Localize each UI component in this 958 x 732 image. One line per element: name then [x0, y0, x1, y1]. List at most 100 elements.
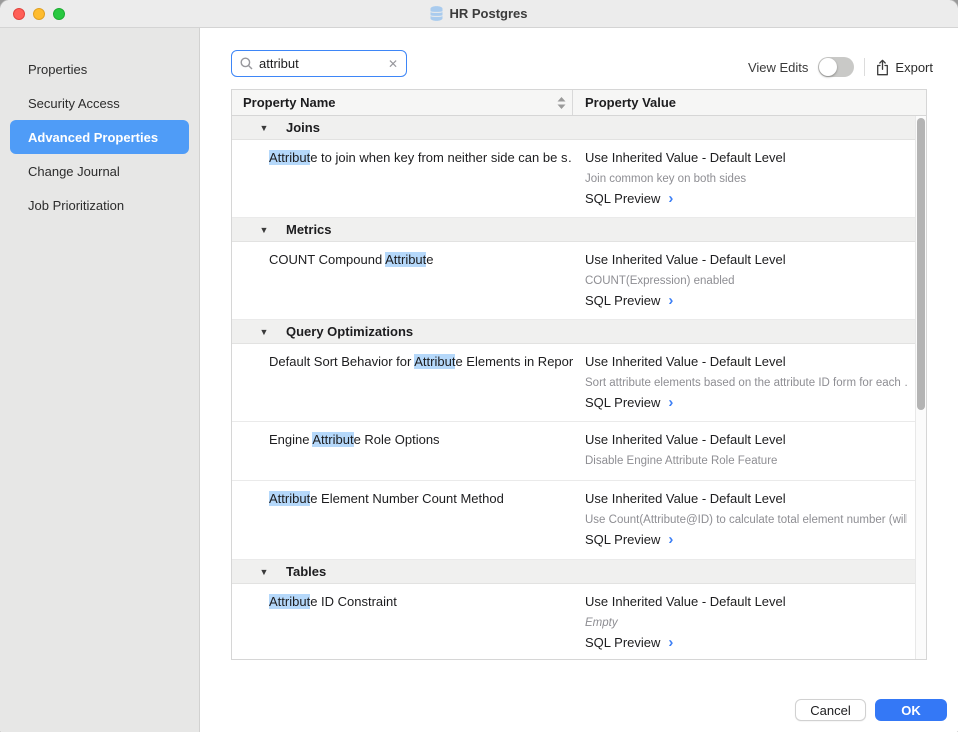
sidebar-item-label: Job Prioritization [28, 198, 124, 213]
close-button[interactable] [13, 8, 25, 20]
search-field[interactable]: ✕ [231, 50, 407, 77]
sidebar-item-properties[interactable]: Properties [10, 52, 189, 86]
properties-table: Property Name Property Value ▼ [231, 89, 927, 660]
table-row[interactable]: COUNT Compound Attribute Use Inherited V… [232, 242, 915, 320]
main-content: ✕ View Edits Export [200, 28, 958, 732]
traffic-lights [13, 8, 65, 20]
cancel-button[interactable]: Cancel [795, 699, 866, 721]
scrollbar-track[interactable] [915, 116, 926, 659]
window-title-text: HR Postgres [449, 6, 527, 21]
sort-icon[interactable] [557, 97, 566, 109]
property-name: COUNT Compound Attribute [232, 242, 573, 319]
section-title: Query Optimizations [286, 324, 413, 339]
property-name: Engine Attribute Role Options [232, 422, 573, 480]
sidebar-item-label: Security Access [28, 96, 120, 111]
sql-preview-label: SQL Preview [585, 532, 660, 547]
window-title: HR Postgres [430, 6, 527, 21]
name-text: e Elements in Reports [455, 354, 573, 369]
table-row[interactable]: Attribute ID Constraint Use Inherited Va… [232, 584, 915, 660]
sidebar-item-change-journal[interactable]: Change Journal [10, 154, 189, 188]
property-value: Use Inherited Value - Default Level [585, 252, 907, 267]
name-text: e [426, 252, 433, 267]
toolbar-controls: View Edits Export [748, 55, 933, 79]
collapse-triangle-icon: ▼ [258, 225, 270, 235]
chevron-right-icon: › [668, 191, 673, 206]
name-text: e Element Number Count Method [310, 491, 504, 506]
sidebar: Properties Security Access Advanced Prop… [0, 28, 200, 732]
search-icon [240, 57, 253, 70]
column-header-label: Property Value [585, 95, 676, 110]
sidebar-item-security-access[interactable]: Security Access [10, 86, 189, 120]
name-text: Engine [269, 432, 312, 447]
section-header-metrics[interactable]: ▼ Metrics [232, 218, 915, 242]
table-row[interactable]: Attribute Element Number Count Method Us… [232, 481, 915, 560]
zoom-button[interactable] [53, 8, 65, 20]
table-body: ▼ Joins Attribute to join when key from … [232, 116, 926, 659]
export-button[interactable]: Export [875, 59, 933, 76]
collapse-triangle-icon: ▼ [258, 327, 270, 337]
chevron-right-icon: › [668, 635, 673, 650]
section-title: Tables [286, 564, 326, 579]
search-match-highlight: Attribut [312, 432, 353, 447]
name-text: e to join when key from neither side can… [310, 150, 573, 165]
ok-button[interactable]: OK [875, 699, 947, 721]
section-header-tables[interactable]: ▼ Tables [232, 560, 915, 584]
property-name: Attribute Element Number Count Method [232, 481, 573, 559]
property-value: Use Inherited Value - Default Level [585, 432, 907, 447]
title-bar: HR Postgres [0, 0, 958, 28]
search-match-highlight: Attribut [269, 491, 310, 506]
toggle-knob [819, 58, 837, 76]
table-header: Property Name Property Value [232, 90, 926, 116]
property-value: Use Inherited Value - Default Level [585, 594, 907, 609]
search-input[interactable] [257, 55, 384, 72]
sidebar-item-advanced-properties[interactable]: Advanced Properties [10, 120, 189, 154]
chevron-right-icon: › [668, 293, 673, 308]
sql-preview-label: SQL Preview [585, 293, 660, 308]
chevron-right-icon: › [668, 532, 673, 547]
sidebar-item-label: Advanced Properties [28, 130, 158, 145]
property-value-description: COUNT(Expression) enabled [585, 275, 907, 287]
section-header-query-optimizations[interactable]: ▼ Query Optimizations [232, 320, 915, 344]
sql-preview-link[interactable]: SQL Preview › [585, 191, 907, 206]
collapse-triangle-icon: ▼ [258, 567, 270, 577]
sidebar-item-job-prioritization[interactable]: Job Prioritization [10, 188, 189, 222]
chevron-right-icon: › [668, 395, 673, 410]
property-name: Attribute to join when key from neither … [232, 140, 573, 217]
sql-preview-link[interactable]: SQL Preview › [585, 532, 907, 547]
property-value-description: Disable Engine Attribute Role Feature [585, 455, 907, 467]
column-header-property-value: Property Value [573, 90, 926, 115]
sql-preview-link[interactable]: SQL Preview› [585, 635, 907, 650]
sql-preview-link[interactable]: SQL Preview › [585, 293, 907, 308]
section-title: Metrics [286, 222, 332, 237]
search-match-highlight: Attribut [414, 354, 455, 369]
property-name: Default Sort Behavior for Attribute Elem… [232, 344, 573, 421]
clear-search-icon[interactable]: ✕ [388, 58, 398, 70]
table-row[interactable]: Default Sort Behavior for Attribute Elem… [232, 344, 915, 422]
name-text: e ID Constraint [310, 594, 397, 609]
table-row[interactable]: Engine Attribute Role Options Use Inheri… [232, 422, 915, 481]
sql-preview-label: SQL Preview [585, 191, 660, 206]
sql-preview-link[interactable]: SQL Preview› [585, 395, 907, 410]
sidebar-item-label: Change Journal [28, 164, 120, 179]
column-header-property-name[interactable]: Property Name [232, 90, 573, 115]
dialog-window: HR Postgres Properties Security Access A… [0, 0, 958, 732]
table-row[interactable]: Attribute to join when key from neither … [232, 140, 915, 218]
search-match-highlight: Attribut [385, 252, 426, 267]
minimize-button[interactable] [33, 8, 45, 20]
property-value-description: Use Count(Attribute@ID) to calculate tot… [585, 514, 907, 526]
search-match-highlight: Attribut [269, 594, 310, 609]
property-value: Use Inherited Value - Default Level [585, 150, 907, 165]
column-header-label: Property Name [243, 95, 335, 110]
scrollbar-thumb[interactable] [917, 118, 925, 410]
export-label: Export [895, 60, 933, 75]
toolbar-divider [864, 58, 865, 76]
view-edits-label: View Edits [748, 60, 808, 75]
property-value-description: Empty [585, 617, 907, 629]
property-value-description: Join common key on both sides [585, 173, 907, 185]
property-name: Attribute ID Constraint [232, 584, 573, 660]
section-title: Joins [286, 120, 320, 135]
view-edits-toggle[interactable] [818, 57, 854, 77]
name-text: COUNT Compound [269, 252, 385, 267]
section-header-joins[interactable]: ▼ Joins [232, 116, 915, 140]
name-text: Default Sort Behavior for [269, 354, 414, 369]
